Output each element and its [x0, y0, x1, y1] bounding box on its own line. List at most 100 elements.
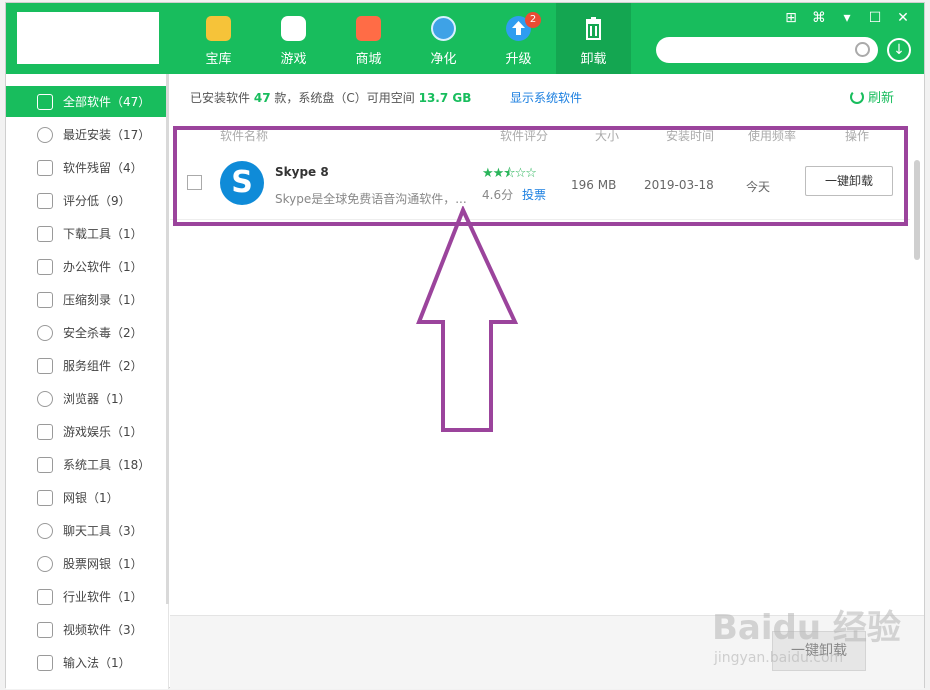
- sidebar-item-video[interactable]: 视频软件（3）: [6, 614, 166, 645]
- sidebar-item-label: 网银（1）: [63, 491, 119, 505]
- sidebar-item-label: 最近安装（17）: [63, 128, 151, 142]
- keyboard-icon: [37, 654, 53, 671]
- nav-item-games[interactable]: 游戏: [256, 3, 331, 74]
- sidebar-item-bank[interactable]: 网银（1）: [6, 482, 166, 513]
- fan-icon: [431, 16, 456, 41]
- thumb-down-icon: [37, 192, 53, 209]
- sidebar-item-download-tools[interactable]: 下载工具（1）: [6, 218, 166, 249]
- briefcase-icon: [37, 258, 53, 275]
- nav-label: 卸载: [580, 52, 607, 67]
- sidebar-item-label: 软件残留（4）: [63, 161, 143, 175]
- nav-item-clean[interactable]: 净化: [406, 3, 481, 74]
- top-bar: 宝库 游戏 商城 净化 2 升级 卸载 ⊞ ⌘ ▾ ☐ ✕ ↓: [6, 3, 924, 74]
- free-space: 13.7 GB: [418, 91, 472, 105]
- star-outline-icon: [37, 489, 53, 506]
- nav-item-upgrade[interactable]: 2 升级: [481, 3, 556, 74]
- sidebar-item-label: 浏览器（1）: [63, 392, 131, 406]
- shield-icon: [37, 324, 53, 341]
- sidebar-item-chat[interactable]: 聊天工具（3）: [6, 515, 166, 546]
- sidebar-item-label: 视频软件（3）: [63, 623, 143, 637]
- browser-icon: [37, 390, 53, 407]
- sidebar-item-label: 办公软件（1）: [63, 260, 143, 274]
- nav-item-store[interactable]: 商城: [331, 3, 406, 74]
- gamepad-icon: [37, 423, 53, 440]
- sidebar-item-all[interactable]: 全部软件（47）: [6, 86, 166, 117]
- sidebar-item-games[interactable]: 游戏娱乐（1）: [6, 416, 166, 447]
- nav-label: 游戏: [280, 52, 307, 67]
- sidebar-item-services[interactable]: 服务组件（2）: [6, 350, 166, 381]
- clock-icon: [37, 126, 53, 143]
- sidebar-item-label: 聊天工具（3）: [63, 524, 143, 538]
- document-icon: [37, 588, 53, 605]
- nav-label: 净化: [430, 52, 457, 67]
- sidebar-scrollbar[interactable]: [166, 74, 169, 604]
- star-outline-icon: [37, 159, 53, 176]
- maximize-icon[interactable]: ☐: [866, 9, 884, 27]
- skin-icon[interactable]: ⊞: [782, 9, 800, 27]
- sidebar-item-label: 行业软件（1）: [63, 590, 143, 604]
- nav-item-baoku[interactable]: 宝库: [181, 3, 256, 74]
- yen-icon: [37, 555, 53, 572]
- sidebar-item-label: 压缩刻录（1）: [63, 293, 143, 307]
- refresh-icon: [849, 89, 864, 104]
- show-system-software-link[interactable]: 显示系统软件: [510, 89, 582, 106]
- sidebar-item-system-tools[interactable]: 系统工具（18）: [6, 449, 166, 480]
- summary-prefix: 已安装软件: [190, 91, 251, 105]
- sidebar-item-label: 评分低（9）: [63, 194, 131, 208]
- summary-mid: 款，系统盘（C）可用空间: [274, 91, 415, 105]
- nav-label: 升级: [505, 52, 532, 67]
- sidebar-item-residue[interactable]: 软件残留（4）: [6, 152, 166, 183]
- sidebar-item-label: 系统工具（18）: [63, 458, 151, 472]
- watermark-url: jingyan.baidu.com: [714, 650, 844, 666]
- sidebar-item-office[interactable]: 办公软件（1）: [6, 251, 166, 282]
- sidebar-item-compression[interactable]: 压缩刻录（1）: [6, 284, 166, 315]
- sidebar-item-label: 股票网银（1）: [63, 557, 143, 571]
- close-icon[interactable]: ✕: [894, 9, 912, 27]
- sidebar-item-label: 服务组件（2）: [63, 359, 143, 373]
- logo-placeholder: [17, 12, 159, 64]
- sidebar-item-stocks[interactable]: 股票网银（1）: [6, 548, 166, 579]
- sidebar-item-label: 输入法（1）: [63, 656, 131, 670]
- installed-count: 47: [253, 91, 271, 105]
- refresh-label: 刷新: [867, 91, 894, 106]
- category-sidebar: 全部软件（47） 最近安装（17） 软件残留（4） 评分低（9） 下载工具（1）…: [6, 74, 169, 689]
- sidebar-item-recent[interactable]: 最近安装（17）: [6, 119, 166, 150]
- sidebar-item-input-method[interactable]: 输入法（1）: [6, 647, 166, 678]
- star-outline-icon: [37, 357, 53, 374]
- download-manager-icon[interactable]: ↓: [887, 38, 911, 62]
- grid-icon: [37, 93, 53, 110]
- watermark-logo: Baidu 经验: [712, 608, 901, 648]
- main-nav: 宝库 游戏 商城 净化 2 升级 卸载: [181, 3, 631, 74]
- nav-item-uninstall[interactable]: 卸载: [556, 3, 631, 74]
- refresh-button[interactable]: 刷新: [849, 87, 894, 106]
- nav-label: 商城: [355, 52, 382, 67]
- shopping-bag-icon: [356, 16, 381, 41]
- sidebar-item-label: 全部软件（47）: [63, 95, 151, 109]
- chat-bubble-icon: [37, 522, 53, 539]
- nav-label: 宝库: [205, 52, 232, 67]
- settings-icon[interactable]: ⌘: [810, 9, 828, 27]
- search-icon[interactable]: [855, 42, 870, 57]
- annotation-up-arrow: [416, 206, 519, 432]
- gamepad-icon: [281, 16, 306, 41]
- video-camera-icon: [37, 621, 53, 638]
- menu-dropdown-icon[interactable]: ▾: [838, 9, 856, 27]
- download-icon: [37, 225, 53, 242]
- trash-icon: [581, 16, 606, 41]
- sidebar-item-industry[interactable]: 行业软件（1）: [6, 581, 166, 612]
- sidebar-item-browser[interactable]: 浏览器（1）: [6, 383, 166, 414]
- sidebar-item-security[interactable]: 安全杀毒（2）: [6, 317, 166, 348]
- window-controls: ⊞ ⌘ ▾ ☐ ✕: [782, 9, 912, 27]
- upgrade-count-badge: 2: [525, 12, 541, 28]
- archive-icon: [37, 291, 53, 308]
- sidebar-item-low-rating[interactable]: 评分低（9）: [6, 185, 166, 216]
- list-scrollbar[interactable]: [914, 160, 920, 260]
- annotation-highlight-box: [173, 126, 908, 226]
- sidebar-item-label: 游戏娱乐（1）: [63, 425, 143, 439]
- sidebar-item-label: 下载工具（1）: [63, 227, 143, 241]
- install-summary: 已安装软件 47 款，系统盘（C）可用空间 13.7 GB: [190, 89, 471, 106]
- sidebar-item-label: 安全杀毒（2）: [63, 326, 143, 340]
- star-icon: [206, 16, 231, 41]
- grid-icon: [37, 456, 53, 473]
- search-input[interactable]: [656, 37, 878, 63]
